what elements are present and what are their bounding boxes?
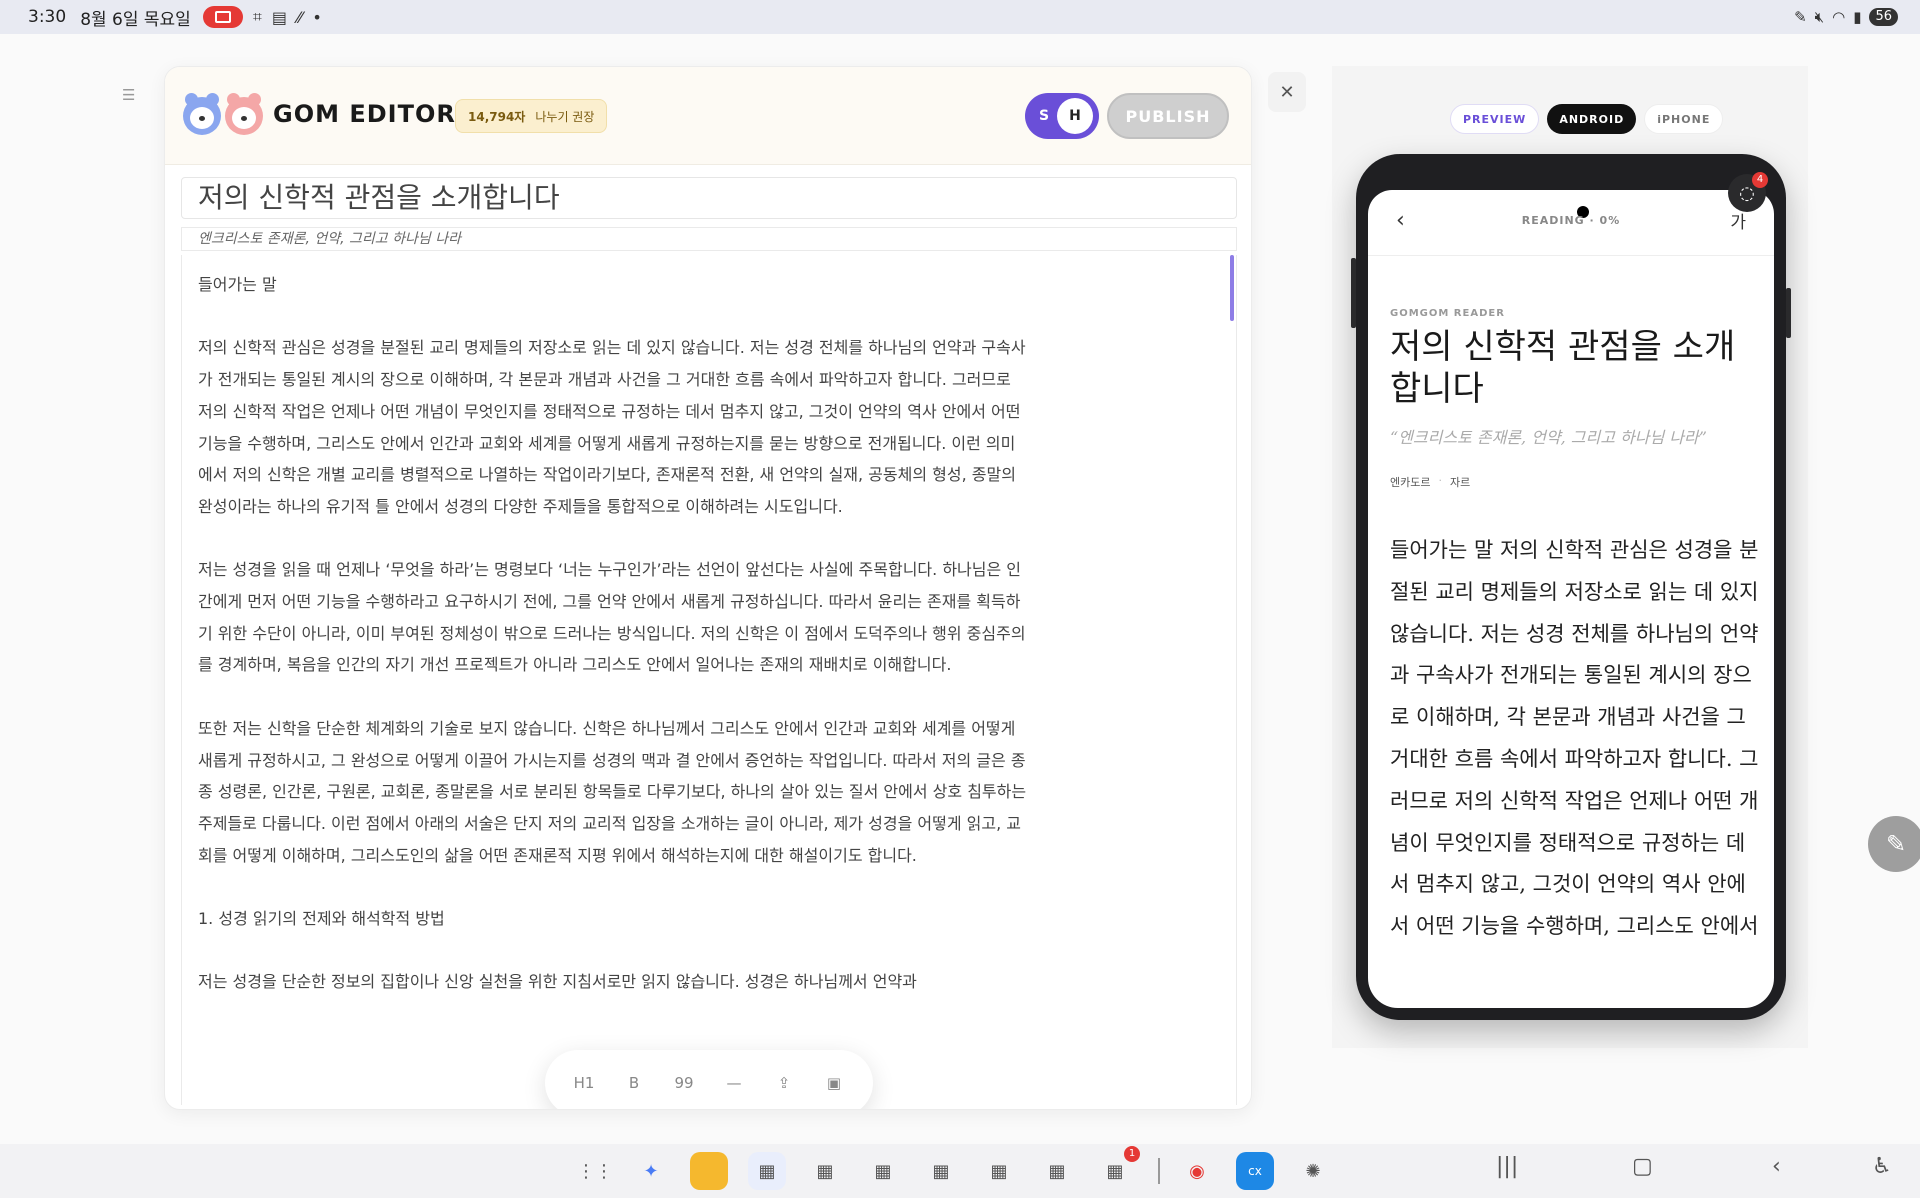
app-folder-icon[interactable]: ▦ (806, 1152, 844, 1190)
tab-preview[interactable]: PREVIEW (1450, 104, 1540, 134)
sh-mode-toggle[interactable]: S H (1025, 93, 1099, 139)
body-editor[interactable]: 들어가는 말 저의 신학적 관심은 성경을 분절된 교리 명제들의 저장소로 읽… (181, 255, 1237, 1105)
section-heading: 1. 성경 읽기의 전제와 해석학적 방법 (198, 909, 445, 928)
char-count-badge: 14,794자 나누기 권장 (455, 99, 608, 133)
lightbulb-icon[interactable]: ◌ 4 (1728, 172, 1768, 212)
meta-author: 엔카도르 (1390, 476, 1431, 489)
signal-icon: ▮ (1853, 8, 1862, 26)
image-button[interactable]: ▣ (817, 1074, 851, 1092)
app-folder-icon[interactable]: ▦ 1 (1096, 1146, 1140, 1190)
reader-title: 저의 신학적 관점을 소개합니다 (1390, 327, 1736, 409)
pencil-icon: ✎ (1885, 830, 1907, 858)
toggle-s-label: S (1038, 108, 1050, 124)
cx-file-icon[interactable]: cx (1236, 1152, 1274, 1190)
paragraph: 또한 저는 신학을 단순한 체계화의 기술로 보지 않습니다. 신학은 하나님께… (198, 718, 1027, 865)
brand-title: GOM EDITOR (273, 100, 456, 128)
publish-button[interactable]: PUBLISH (1107, 93, 1229, 139)
back-icon[interactable]: ‹ (1772, 1154, 1781, 1179)
paragraph: 들어가는 말 (198, 275, 277, 294)
reader-body: 들어가는 말 저의 신학적 관심은 성경을 분절된 교리 명제들의 저장소로 읽… (1390, 538, 1759, 939)
meta-separator: · (1438, 474, 1442, 487)
tab-android[interactable]: ANDROID (1547, 104, 1637, 134)
home-icon[interactable]: ▢ (1632, 1154, 1653, 1179)
editor-header: GOM EDITOR 14,794자 나누기 권장 S H PUBLISH (165, 67, 1251, 165)
app-folder-icon[interactable]: ▦ (922, 1152, 960, 1190)
notification-badge: 1 (1124, 1146, 1140, 1162)
phone-frame: ‹ READING · 0% 가 GOMGOM READER 저의 신학적 관점… (1351, 154, 1791, 1020)
preview-pane: PREVIEW ANDROID iPHONE ‹ READING · 0% 가 … (1332, 66, 1808, 1048)
gemini-icon[interactable]: ✦ (632, 1152, 670, 1190)
outline-list-icon[interactable]: ☰ (122, 86, 138, 104)
divider-button[interactable]: — (717, 1074, 751, 1092)
date: 8월 6일 목요일 (80, 9, 191, 30)
reader-kicker: GOMGOM READER (1390, 308, 1505, 319)
mute-icon: 🔇︎ (1814, 8, 1825, 26)
close-button[interactable]: ✕ (1268, 72, 1306, 112)
upload-button[interactable]: ⇪ (767, 1074, 801, 1092)
split-hint: 나누기 권장 (535, 109, 595, 124)
app-drawer-icon[interactable]: ⋮⋮ (576, 1152, 614, 1190)
edit-pencil-button[interactable]: ✎ (1868, 816, 1920, 872)
quote-button[interactable]: 99 (667, 1074, 701, 1092)
chrome-icon[interactable]: ◉ (1178, 1152, 1216, 1190)
device-switcher: PREVIEW ANDROID iPHONE (1450, 104, 1724, 134)
paragraph: 저의 신학적 관심은 성경을 분절된 교리 명제들의 저장소로 읽는 데 있지 … (198, 338, 1026, 516)
char-count: 14,794자 (468, 109, 526, 124)
cast-icon (214, 11, 231, 23)
status-bar: 3:30 8월 6일 목요일 ⌗ ▤ ⁄⁄ • ✎ 🔇︎ ◠ ▮ 56 (0, 0, 1920, 34)
meta-tag: 자르 (1449, 476, 1471, 489)
reader-meta: 엔카도르 · 자르 (1390, 474, 1470, 490)
recents-icon[interactable]: ||| (1496, 1154, 1518, 1179)
title-input[interactable]: 저의 신학적 관점을 소개합니다 (181, 177, 1237, 219)
battery-indicator: 56 (1869, 8, 1898, 26)
notification-badge: 4 (1752, 172, 1768, 188)
more-dot-icon: • (312, 7, 322, 27)
screenshot-icon: ⌗ (252, 7, 262, 26)
toggle-h-knob: H (1057, 98, 1093, 134)
heading-button[interactable]: H1 (567, 1074, 601, 1092)
chatgpt-icon[interactable]: ✺ (1294, 1152, 1332, 1190)
bold-button[interactable]: B (617, 1074, 651, 1092)
editor-panel: GOM EDITOR 14,794자 나누기 권장 S H PUBLISH 저의… (164, 66, 1252, 1110)
phone-side-button (1786, 288, 1791, 338)
format-toolbar: H1 B 99 — ⇪ ▣ (545, 1050, 873, 1109)
window-icon: ▤ (271, 7, 287, 27)
app-folder-icon[interactable]: ▦ (864, 1152, 902, 1190)
clock: 3:30 (28, 7, 67, 27)
subtitle-input[interactable]: 엔크리스토 존재론, 언약, 그리고 하나님 나라 (181, 227, 1237, 251)
phone-side-button (1351, 258, 1356, 328)
reader-topbar: ‹ READING · 0% 가 (1368, 190, 1774, 256)
pen-off-icon: ✎ (1794, 8, 1807, 26)
paragraph: 저는 성경을 읽을 때 언제나 ‘무엇을 하라’는 명령보다 ‘너는 누구인가’… (198, 560, 1026, 675)
app-folder-icon[interactable]: ▦ (1038, 1152, 1076, 1190)
taskbar-divider (1158, 1158, 1160, 1184)
blue-bear-icon (183, 93, 221, 135)
phone-screen: ‹ READING · 0% 가 GOMGOM READER 저의 신학적 관점… (1368, 190, 1774, 1008)
close-icon: ✕ (1279, 81, 1295, 103)
accessibility-icon[interactable]: ♿︎ (1872, 1154, 1892, 1179)
scrollbar-thumb[interactable] (1230, 255, 1234, 321)
app-folder-icon[interactable]: ▦ (748, 1152, 786, 1190)
reader-subtitle: “엔크리스토 존재론, 언약, 그리고 하나님 나라” (1390, 428, 1707, 447)
app-folder-icon[interactable]: ▦ (980, 1152, 1018, 1190)
reading-progress: READING · 0% (1521, 214, 1621, 227)
screen-cast-indicator[interactable] (202, 6, 243, 28)
taskbar: ⋮⋮ ✦ ▦ ▦ ▦ ▦ ▦ ▦ ▦ 1 ◉ cx ✺ ||| ▢ ‹ ♿︎ (0, 1144, 1920, 1198)
logo (183, 93, 263, 135)
tab-iphone[interactable]: iPHONE (1644, 104, 1724, 134)
paragraph: 저는 성경을 단순한 정보의 집합이나 신앙 실천을 위한 지침서로만 읽지 않… (198, 972, 917, 992)
wifi-icon: ◠ (1832, 8, 1846, 26)
pen-icon: ⁄⁄ (296, 7, 303, 27)
notes-app-icon[interactable] (690, 1152, 728, 1190)
pink-bear-icon (225, 93, 263, 135)
